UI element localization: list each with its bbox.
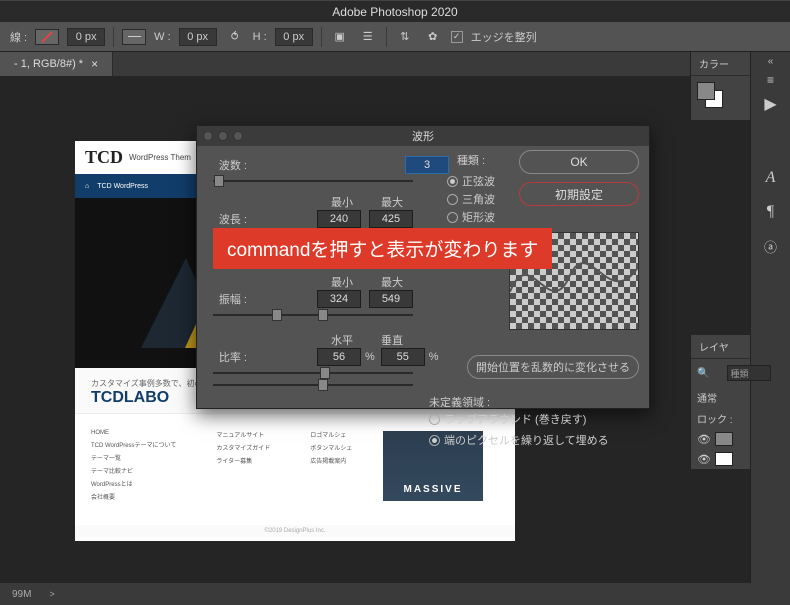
eye-icon[interactable]: 👁 (697, 453, 711, 466)
arrange-icon[interactable]: ⇅ (395, 27, 415, 47)
search-icon[interactable]: 🔍 (697, 368, 709, 379)
document-tab[interactable]: - 1, RGB/8#) * × (0, 52, 113, 76)
eye-icon[interactable]: 👁 (697, 433, 711, 446)
menu-icon[interactable]: ≡ (767, 73, 774, 87)
copyright: ©2019 DesignPlus Inc. (75, 525, 515, 537)
align-edges-checkbox[interactable] (451, 31, 463, 43)
amplitude-label: 振幅 : (209, 291, 255, 307)
layer-row[interactable]: 👁 (691, 429, 750, 449)
glyphs-icon[interactable]: ⓐ (754, 229, 788, 263)
align-edges-label: エッジを整列 (471, 29, 537, 45)
stroke-label: 線 : (10, 29, 27, 45)
footer-link: TCD WordPressテーマについて (91, 438, 176, 451)
gear-icon[interactable]: ✿ (423, 27, 443, 47)
color-panel[interactable]: カラー (690, 52, 750, 120)
max-header: 最大 (367, 194, 417, 210)
right-toolstrip: « ≡ ▶ A ¶ ⓐ (750, 52, 790, 583)
scale-h-slider[interactable] (213, 372, 413, 374)
status-bar: 99M > (0, 583, 790, 605)
footer-link: テーマ一覧 (91, 451, 176, 464)
callout-annotation: commandを押すと表示が変わります (213, 228, 552, 269)
paragraph-icon[interactable]: ¶ (754, 195, 788, 229)
document-tab-label: - 1, RGB/8#) * (14, 58, 83, 70)
footer-link: 会社概要 (91, 490, 176, 503)
stroke-width-field[interactable]: 0 px (67, 28, 105, 46)
undefined-label: 未定義領域 : (429, 394, 639, 410)
color-tab[interactable]: カラー (691, 52, 750, 76)
min-header: 最小 (317, 194, 367, 210)
close-icon[interactable]: × (91, 57, 98, 71)
type-square[interactable]: 矩形波 (447, 208, 495, 226)
height-label: H : (253, 31, 267, 43)
scale-h[interactable]: 56 (317, 348, 361, 366)
scale-v-slider[interactable] (213, 384, 413, 386)
undef-repeat[interactable]: 端のピクセルを繰り返して埋める (429, 431, 639, 449)
randomize-button[interactable]: 開始位置を乱数的に変化させる (467, 355, 639, 379)
wavelength-label: 波長 : (209, 211, 255, 227)
footer-link: HOME (91, 428, 176, 438)
document-tab-bar: - 1, RGB/8#) * × (0, 52, 790, 76)
type-triangle[interactable]: 三角波 (447, 190, 495, 208)
generators-field[interactable]: 3 (405, 156, 449, 174)
width-label: W : (154, 31, 171, 43)
expand-panels-icon[interactable]: « (768, 56, 774, 67)
type-sine[interactable]: 正弦波 (447, 172, 495, 190)
layer-row[interactable]: 👁 (691, 449, 750, 469)
wavelength-min[interactable]: 240 (317, 210, 361, 228)
type-tool-icon[interactable]: A (754, 161, 788, 195)
blend-mode[interactable]: 通常 (691, 387, 750, 408)
options-bar: 線 : 0 px W : 0 px ⥀ H : 0 px ▣ ☰ ⇅ ✿ エッジ… (0, 22, 790, 52)
dash-style[interactable] (122, 29, 146, 45)
footer-link: テーマ比較ナビ (91, 464, 176, 477)
amplitude-max[interactable]: 549 (369, 290, 413, 308)
app-titlebar: Adobe Photoshop 2020 (0, 0, 790, 22)
play-icon[interactable]: ▶ (754, 87, 788, 121)
width-field[interactable]: 0 px (179, 28, 217, 46)
generators-slider[interactable] (213, 180, 413, 182)
footer-link: ロゴマルシェ (310, 428, 352, 441)
footer-link: WordPressとは (91, 477, 176, 490)
ok-button[interactable]: OK (519, 150, 639, 174)
dialog-title: 波形 (197, 128, 649, 144)
footer-link: マニュアルサイト (216, 428, 270, 441)
lock-row: ロック : (691, 408, 750, 429)
amplitude-min[interactable]: 324 (317, 290, 361, 308)
dialog-titlebar[interactable]: 波形 (197, 126, 649, 146)
footer-link: ボタンマルシェ (310, 441, 352, 454)
stroke-swatch[interactable] (35, 29, 59, 45)
amplitude-slider[interactable] (213, 314, 413, 316)
fg-bg-swatch[interactable] (697, 82, 723, 108)
horiz-header: 水平 (317, 332, 367, 348)
layer-search[interactable] (727, 365, 771, 381)
wavelength-max[interactable]: 425 (369, 210, 413, 228)
path-op-icon[interactable]: ▣ (330, 27, 350, 47)
layers-tab[interactable]: レイヤ (691, 335, 750, 359)
app-title: Adobe Photoshop 2020 (332, 5, 457, 19)
status-zoom[interactable]: 99M (12, 589, 31, 600)
site-logo: TCD (85, 147, 123, 168)
status-chevron-icon[interactable]: > (49, 589, 54, 599)
align-icon[interactable]: ☰ (358, 27, 378, 47)
vert-header: 垂直 (367, 332, 417, 348)
link-icon[interactable]: ⥀ (225, 27, 245, 47)
scale-label: 比率 : (209, 349, 255, 365)
footer-link: ライター募集 (216, 454, 270, 467)
home-icon: ⌂ (85, 183, 89, 190)
height-field[interactable]: 0 px (275, 28, 313, 46)
footer-link: 広告掲載案内 (310, 454, 352, 467)
layers-panel[interactable]: レイヤ 🔍 通常 ロック : 👁 👁 (690, 335, 750, 469)
footer-link: カスタマイズガイド (216, 441, 270, 454)
generators-label: 波数 : (209, 157, 255, 173)
site-tagline: WordPress Them (129, 153, 191, 162)
scale-v[interactable]: 55 (381, 348, 425, 366)
reset-button[interactable]: 初期設定 (519, 182, 639, 206)
type-label: 種類 : (447, 152, 495, 168)
undef-wrap[interactable]: ラップアラウンド (巻き戻す) (429, 410, 639, 428)
